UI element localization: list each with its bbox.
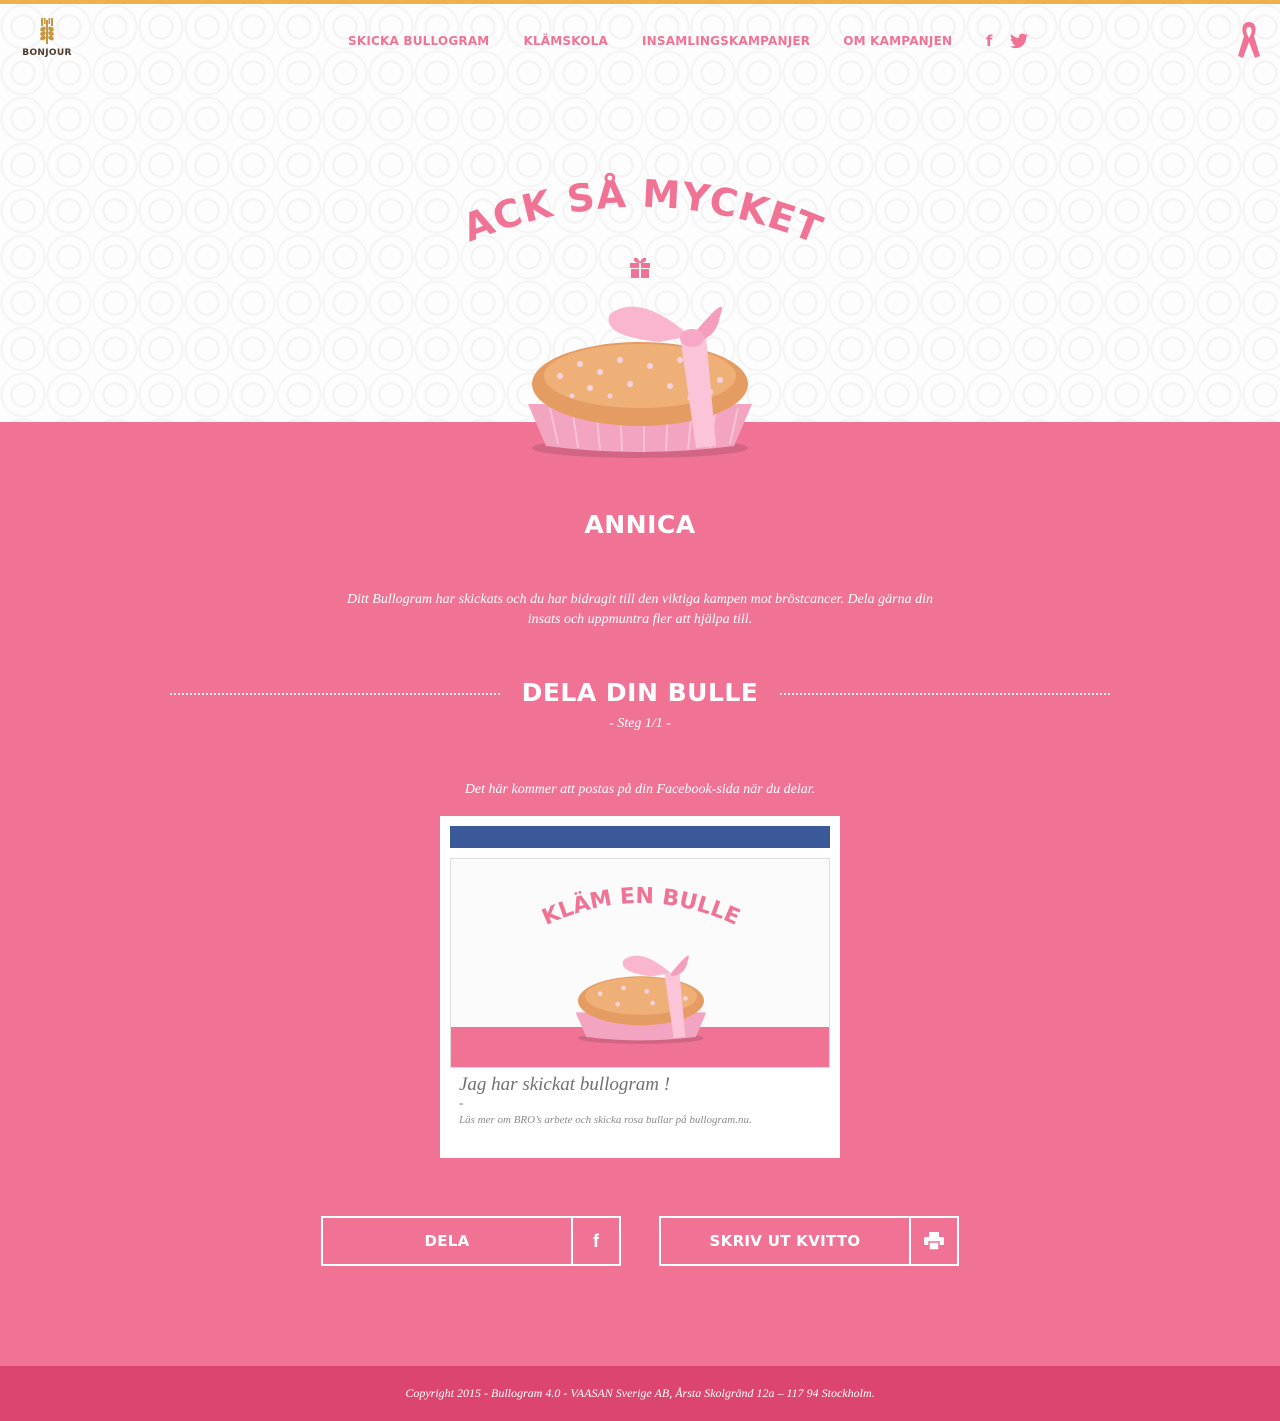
preview-separator: - (459, 1095, 464, 1110)
nav-item-skicka-bullogram[interactable]: SKICKA BULLOGRAM (348, 34, 489, 48)
bonjour-logo[interactable]: BONJOUR (18, 18, 76, 64)
footer: Copyright 2015 - Bullogram 4.0 - VAASAN … (0, 1366, 1280, 1421)
nav-item-klamskola[interactable]: KLÄMSKOLA (523, 34, 608, 48)
facebook-post-note: Det här kommer att postas på din Faceboo… (464, 782, 816, 797)
share-button[interactable]: DELA f (321, 1216, 621, 1266)
step-indicator: - Steg 1/1 - (609, 716, 671, 731)
preview-headline: Jag har skickat bullogram ! (459, 1074, 671, 1095)
facebook-icon[interactable]: f (980, 32, 998, 50)
preview-image: KLÄM EN BULLE (450, 858, 830, 1068)
share-button-label: DELA (424, 1232, 470, 1250)
printer-icon (909, 1218, 957, 1264)
svg-text:KLÄM EN BULLE: KLÄM EN BULLE (541, 884, 741, 927)
bun-image (528, 306, 752, 458)
print-button-label: SKRIV UT KVITTO (709, 1232, 861, 1250)
facebook-icon: f (571, 1218, 619, 1264)
divider-left (170, 693, 500, 695)
hero-title-text: TACK SÅ MYCKET! (440, 168, 828, 248)
preview-image-title: KLÄM EN BULLE (541, 884, 741, 927)
pink-ribbon-icon[interactable] (1236, 20, 1262, 60)
hero-title: TACK SÅ MYCKET! (440, 168, 829, 248)
logo-text: BONJOUR (22, 48, 72, 58)
recipient-name: ANNICA (584, 510, 696, 539)
main-nav: SKICKA BULLOGRAM KLÄMSKOLA INSAMLINGSKAM… (348, 31, 1029, 51)
svg-text:TACK SÅ MYCKET!: TACK SÅ MYCKET! (440, 168, 829, 248)
facebook-post-preview: KLÄM EN BULLE Jag har skickat bullogram … (440, 816, 840, 1158)
footer-copyright: Copyright 2015 - Bullogram 4.0 - VAASAN … (405, 1386, 875, 1400)
print-receipt-button[interactable]: SKRIV UT KVITTO (659, 1216, 959, 1266)
gift-icon (630, 257, 650, 278)
thanks-message: Ditt Bullogram har skickats och du har b… (347, 592, 933, 627)
preview-image-title-text: KLÄM EN BULLE (541, 884, 741, 927)
wheat-icon (40, 18, 54, 44)
nav-item-insamlingskampanjer[interactable]: INSAMLINGSKAMPANJER (642, 34, 810, 48)
nav-item-om-kampanjen[interactable]: OM KAMPANJEN (843, 34, 952, 48)
share-title: DELA DIN BULLE (521, 678, 759, 707)
preview-description: Läs mer om BRO’s arbete och skicka rosa … (459, 1114, 752, 1126)
facebook-header-bar (450, 826, 830, 848)
twitter-icon[interactable] (1010, 32, 1029, 50)
preview-bun-image (575, 955, 707, 1044)
divider-right (780, 693, 1110, 695)
